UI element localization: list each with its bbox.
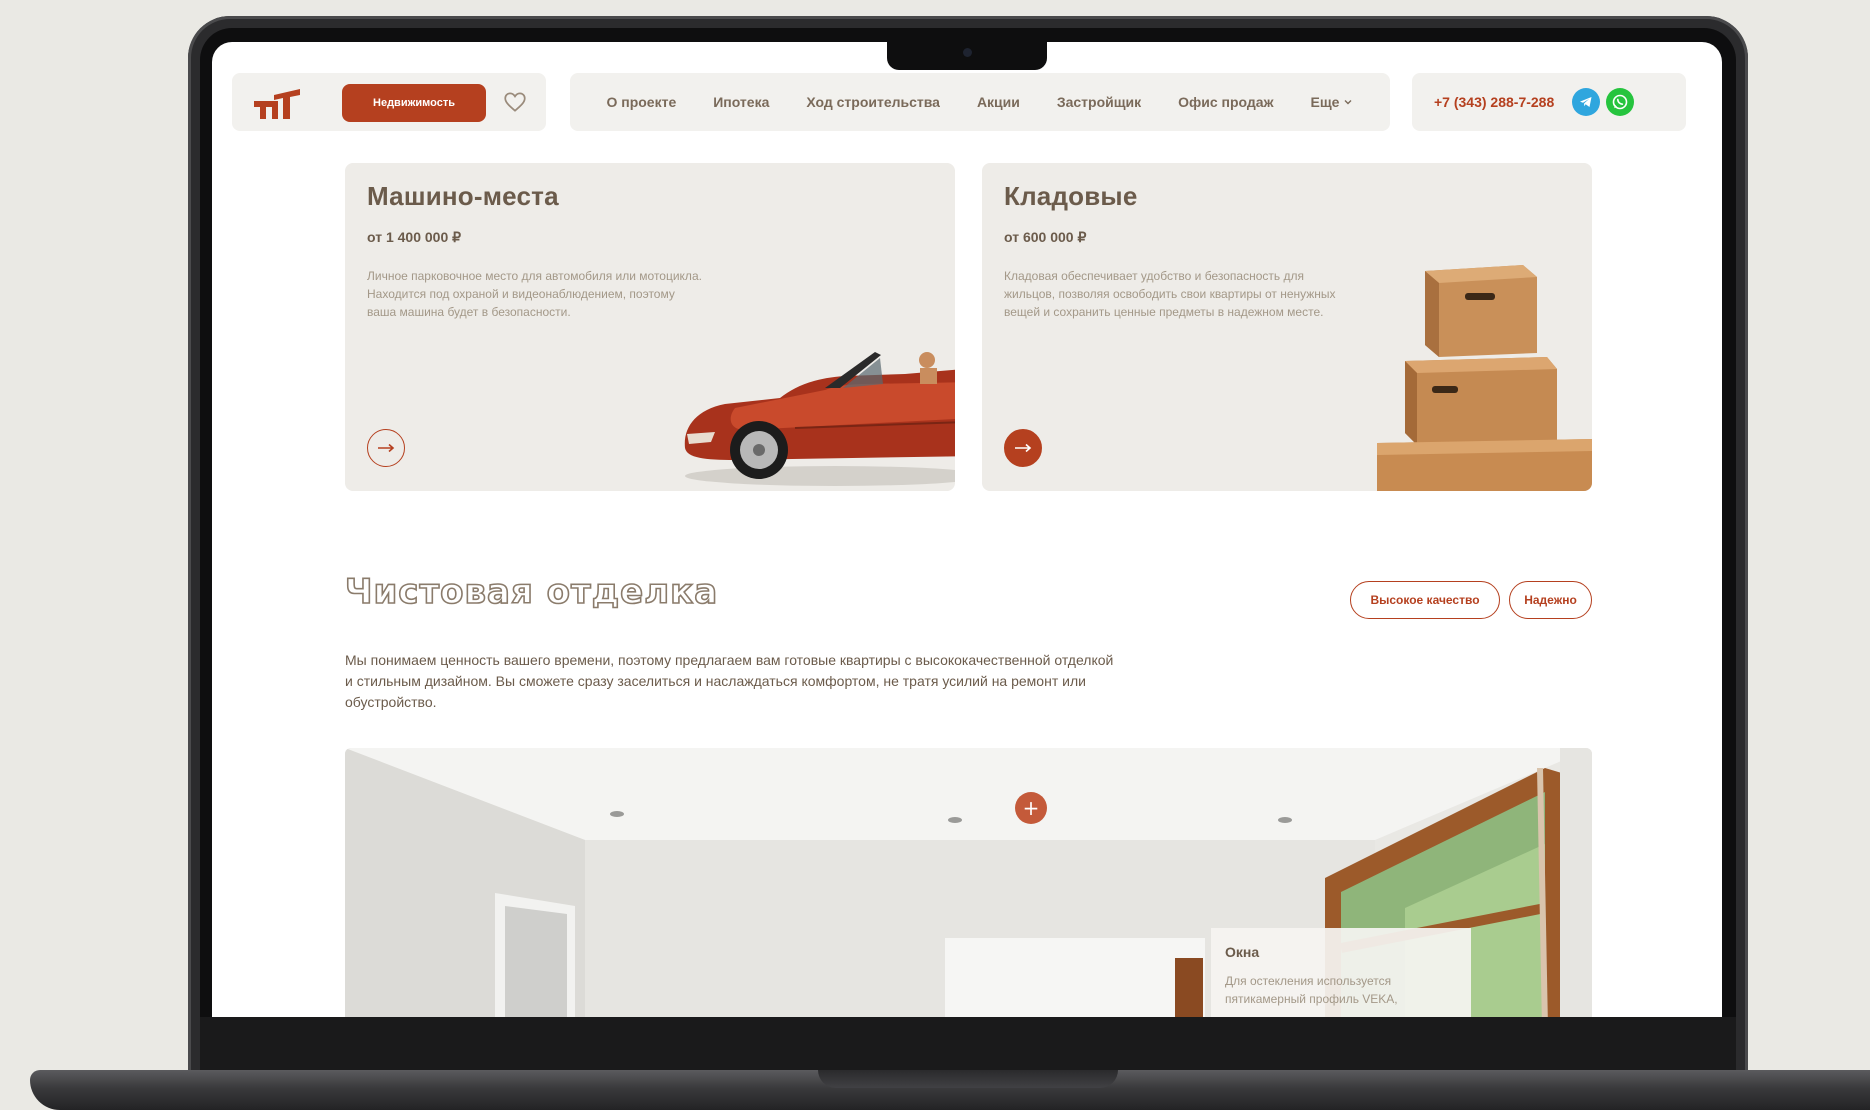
arrow-right-icon[interactable] [367, 429, 405, 467]
car-image [684, 352, 955, 486]
phone-link[interactable]: +7 (343) 288-7-288 [1434, 94, 1554, 110]
card-title: Машино-места [367, 181, 559, 211]
whatsapp-icon[interactable] [1606, 88, 1635, 116]
real-estate-button[interactable]: Недвижимость [342, 84, 486, 122]
nav-promotions[interactable]: Акции [977, 94, 1020, 110]
nav-more-dropdown[interactable]: Еще [1310, 94, 1353, 110]
card-description: Кладовая обеспечивает удобство и безопас… [1004, 269, 1336, 319]
storage-card[interactable]: Кладовые от 600 000 ₽ Кладовая обеспечив… [982, 163, 1592, 491]
logo-mark[interactable] [252, 85, 302, 121]
plus-icon[interactable]: + [1015, 792, 1047, 824]
nav-about[interactable]: О проекте [606, 94, 676, 110]
laptop-base-notch [818, 1070, 1118, 1088]
arrow-right-icon[interactable] [1004, 429, 1042, 467]
interior-photo: + Окна Для остекления используется пятик… [345, 748, 1592, 1017]
section-description: Мы понимаем ценность вашего времени, поэ… [345, 652, 1114, 710]
tag-high-quality[interactable]: Высокое качество [1350, 581, 1500, 619]
parking-card[interactable]: Машино-места от 1 400 000 ₽ Личное парко… [345, 163, 955, 491]
camera-notch [887, 40, 1047, 70]
nav-construction-progress[interactable]: Ход строительства [806, 94, 940, 110]
nav-more-label: Еще [1310, 94, 1340, 110]
card-description: Личное парковочное место для автомобиля … [367, 269, 702, 319]
header-brand-bar: Недвижимость [232, 73, 546, 131]
telegram-icon[interactable] [1572, 88, 1601, 116]
card-price: от 1 400 000 ₽ [367, 229, 462, 245]
boxes-image [1377, 265, 1592, 491]
main-navigation: О проекте Ипотека Ход строительства Акци… [570, 73, 1390, 131]
tag-reliable[interactable]: Надежно [1509, 581, 1592, 619]
card-price: от 600 000 ₽ [1004, 229, 1087, 245]
tooltip-title: Окна [1225, 944, 1260, 960]
card-title: Кладовые [1004, 181, 1138, 211]
tooltip-text: Для остекления используется пятикамерный… [1225, 974, 1398, 1006]
section-title: Чистовая отделка [344, 571, 719, 613]
hotspot-tooltip: Окна Для остекления используется пятикам… [1211, 928, 1471, 1017]
heart-icon[interactable] [502, 89, 528, 115]
camera-dot [963, 48, 972, 57]
nav-sales-office[interactable]: Офис продаж [1178, 94, 1273, 110]
browser-screen: Недвижимость О проекте Ипотека Ход строи… [212, 42, 1722, 1017]
chevron-down-icon [1344, 100, 1352, 105]
header-contacts: +7 (343) 288-7-288 [1412, 73, 1686, 131]
laptop-chin [200, 1017, 1736, 1074]
nav-developer[interactable]: Застройщик [1057, 94, 1141, 110]
nav-mortgage[interactable]: Ипотека [713, 94, 769, 110]
